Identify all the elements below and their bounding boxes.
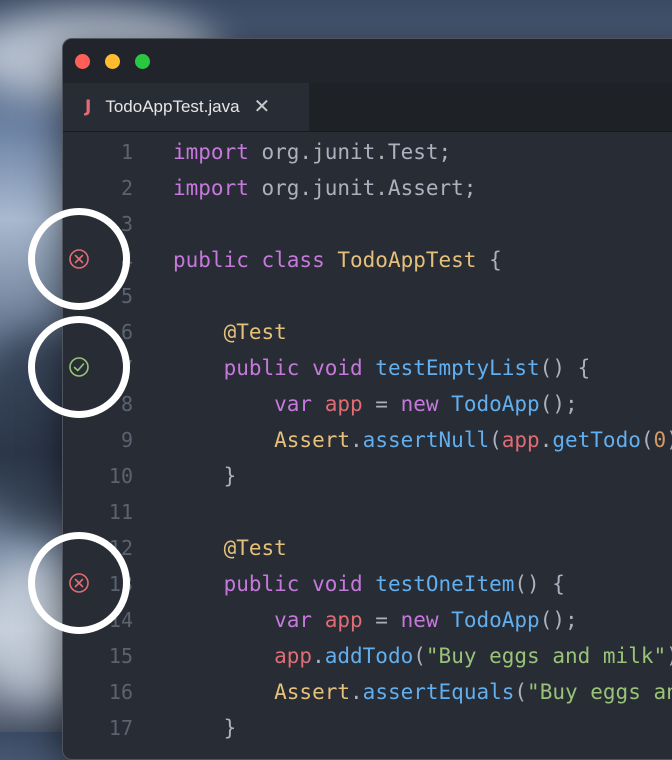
line-number: 9 [120,428,133,452]
code-line[interactable]: 2 import org.junit.Assert; [63,170,672,206]
code-line[interactable]: 1 import org.junit.Test; [63,134,672,170]
code-text: @Test [173,536,287,560]
code-line[interactable]: 12 @Test [63,530,672,566]
code-text: app.addTodo("Buy eggs and milk"); [173,644,672,668]
line-number: 1 [120,140,133,164]
tab-bar: J TodoAppTest.java ✕ [63,83,672,132]
line-number: 16 [108,680,133,704]
code-line[interactable]: 5 [63,278,672,314]
code-line[interactable]: 11 [63,494,672,530]
title-bar [63,39,672,83]
code-text: } [173,716,237,740]
code-text: } [173,464,237,488]
x-circle-icon[interactable] [68,248,90,270]
code-line[interactable]: 14 var app = new TodoApp(); [63,602,672,638]
code-text: var app = new TodoApp(); [173,608,578,632]
code-text: import org.junit.Assert; [173,176,477,200]
code-line[interactable]: 9 Assert.assertNull(app.getTodo(0)); [63,422,672,458]
line-number: 17 [108,716,133,740]
tab-todoapptest[interactable]: J TodoAppTest.java ✕ [63,83,309,131]
tab-label: TodoAppTest.java [105,97,240,116]
code-line[interactable]: 15 app.addTodo("Buy eggs and milk"); [63,638,672,674]
code-text: import org.junit.Test; [173,140,452,164]
code-editor[interactable]: 1 import org.junit.Test; 2 import org.junit… [63,131,672,759]
code-line[interactable]: 6 @Test [63,314,672,350]
code-text: public void testOneItem() { [173,572,565,596]
java-file-icon: J [85,97,92,117]
code-line[interactable]: 7 public void testEmptyList() { [63,350,672,386]
minimize-button[interactable] [105,54,120,69]
line-number: 11 [108,500,133,524]
close-button[interactable] [75,54,90,69]
code-line[interactable]: 3 [63,206,672,242]
code-text: Assert.assertEquals("Buy eggs and [173,680,672,704]
check-circle-icon[interactable] [68,356,90,378]
code-text: var app = new TodoApp(); [173,392,578,416]
x-circle-icon[interactable] [68,572,90,594]
code-text: public class TodoAppTest { [173,248,502,272]
code-line[interactable]: 17 } [63,710,672,746]
code-text: public void testEmptyList() { [173,356,591,380]
code-text: @Test [173,320,287,344]
code-line[interactable]: 16 Assert.assertEquals("Buy eggs and [63,674,672,710]
editor-window: J TodoAppTest.java ✕ 1 import org.junit.T… [62,38,672,760]
code-line[interactable]: 8 var app = new TodoApp(); [63,386,672,422]
line-number: 15 [108,644,133,668]
close-icon[interactable]: ✕ [254,97,271,117]
line-number: 2 [120,176,133,200]
maximize-button[interactable] [135,54,150,69]
line-number: 10 [108,464,133,488]
code-line[interactable]: 10 } [63,458,672,494]
code-line[interactable]: 13 public void testOneItem() { [63,566,672,602]
code-line[interactable]: 4 public class TodoAppTest { [63,242,672,278]
code-text: Assert.assertNull(app.getTodo(0)); [173,428,672,452]
